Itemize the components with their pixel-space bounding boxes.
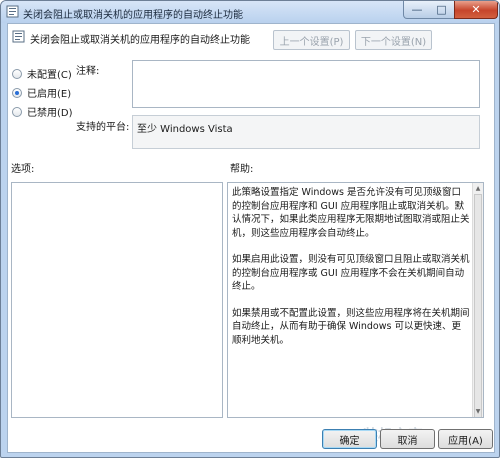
radio-label: 已启用(E)	[27, 89, 72, 100]
title-bar[interactable]: 关闭会阻止或取消关机的应用程序的自动终止功能 — □ ✕	[1, 1, 499, 23]
help-paragraph: 此策略设置指定 Windows 是否允许没有可见顶级窗口的控制台应用程序和 GU…	[232, 187, 470, 239]
radio-circle[interactable]	[12, 68, 22, 79]
platform-field: 至少 Windows Vista	[132, 115, 480, 149]
previous-setting-button[interactable]: 上一个设置(P)	[273, 30, 350, 50]
close-button[interactable]: ✕	[454, 1, 498, 19]
policy-icon	[6, 5, 19, 18]
radio-circle-selected[interactable]	[12, 87, 22, 98]
platform-value: 至少 Windows Vista	[137, 124, 233, 135]
platform-label: 支持的平台:	[76, 122, 130, 133]
help-paragraph: 如果启用此设置，则没有可见顶级窗口且阻止或取消关机的控制台应用程序或 GUI 应…	[232, 254, 470, 292]
comment-label: 注释:	[76, 66, 100, 77]
cancel-button[interactable]: 取消	[380, 429, 435, 449]
options-label: 选项:	[11, 164, 35, 175]
comment-textarea[interactable]	[132, 60, 480, 108]
help-scrollbar[interactable]: ▲ ▼	[472, 183, 483, 417]
disabled-radio[interactable]: 已禁用(D)	[12, 104, 73, 119]
maximize-button[interactable]: □	[429, 1, 455, 19]
options-panel[interactable]	[11, 182, 223, 418]
radio-label: 未配置(C)	[27, 70, 72, 81]
ok-button[interactable]: 确定	[322, 429, 377, 449]
help-label: 帮助:	[230, 164, 254, 175]
scroll-thumb[interactable]	[474, 194, 482, 417]
dialog-body: 关闭会阻止或取消关机的应用程序的自动终止功能 上一个设置(P) 下一个设置(N)…	[7, 23, 495, 453]
enabled-radio[interactable]: 已启用(E)	[12, 85, 71, 100]
not-configured-radio[interactable]: 未配置(C)	[12, 66, 72, 81]
help-text: 此策略设置指定 Windows 是否允许没有可见顶级窗口的控制台应用程序和 GU…	[232, 186, 470, 360]
help-paragraph: 如果禁用或不配置此设置，则这些应用程序将在关机期间自动终止，从而有助于确保 Wi…	[232, 307, 470, 346]
window-title: 关闭会阻止或取消关机的应用程序的自动终止功能	[23, 10, 243, 21]
apply-button[interactable]: 应用(A)	[438, 429, 493, 449]
policy-dialog: 关闭会阻止或取消关机的应用程序的自动终止功能 — □ ✕ 关闭会阻止或取消关机的…	[0, 0, 500, 458]
minimize-button[interactable]: —	[403, 1, 431, 19]
radio-circle[interactable]	[12, 106, 22, 117]
scroll-up-icon[interactable]: ▲	[474, 184, 482, 193]
radio-label: 已禁用(D)	[27, 108, 73, 119]
help-panel[interactable]: 此策略设置指定 Windows 是否允许没有可见顶级窗口的控制台应用程序和 GU…	[227, 182, 484, 418]
setting-title: 关闭会阻止或取消关机的应用程序的自动终止功能	[30, 35, 250, 46]
scroll-down-icon[interactable]: ▼	[474, 407, 482, 416]
next-setting-button[interactable]: 下一个设置(N)	[355, 30, 432, 50]
policy-setting-icon	[12, 30, 25, 43]
